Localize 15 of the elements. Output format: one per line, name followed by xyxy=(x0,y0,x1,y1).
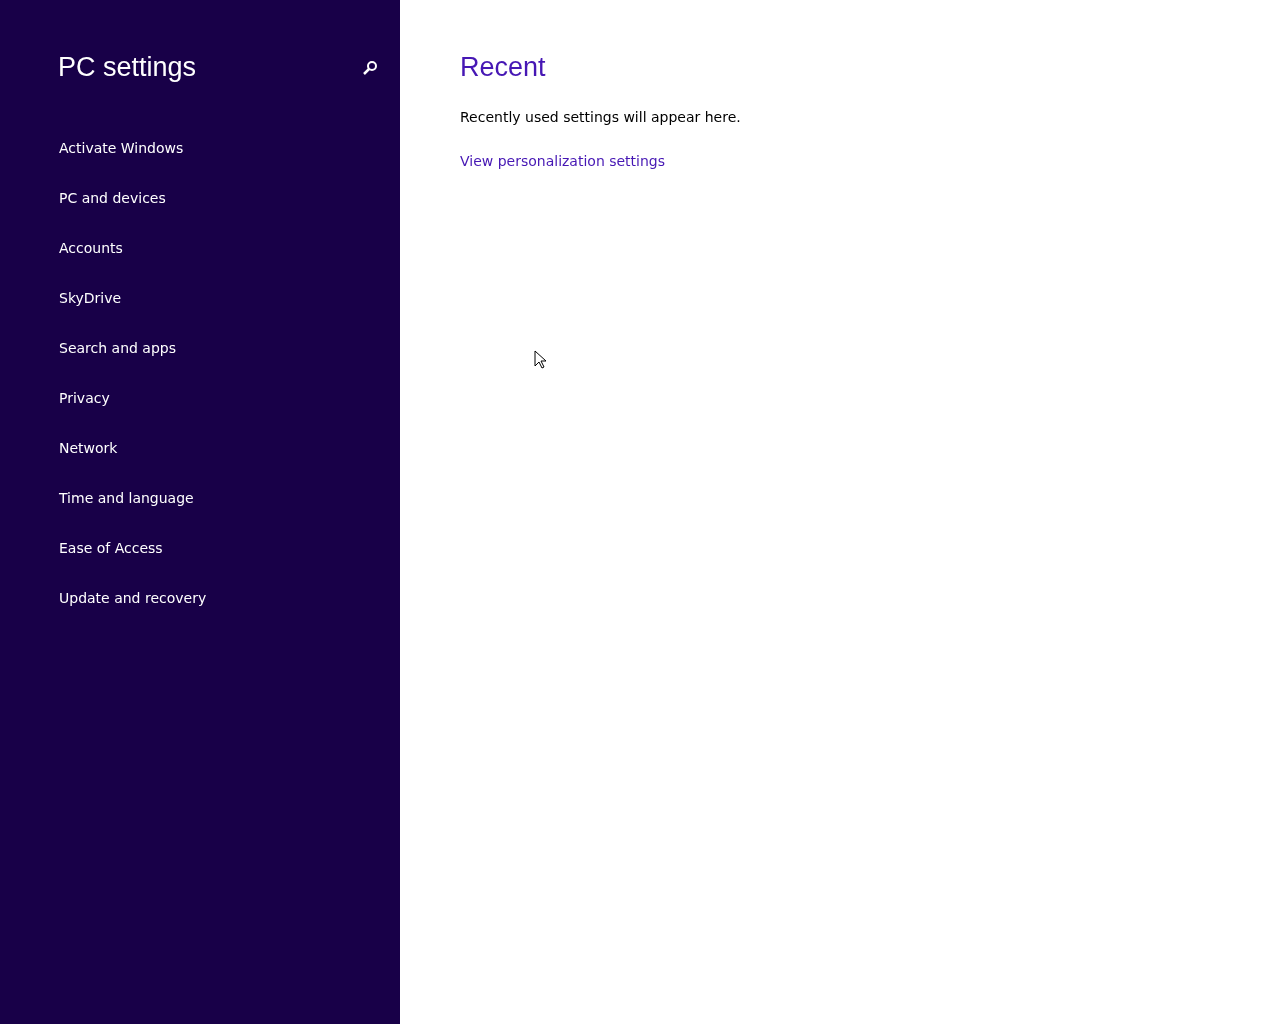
sidebar-item[interactable]: Accounts xyxy=(58,223,124,273)
sidebar-item[interactable]: Privacy xyxy=(58,373,111,423)
sidebar-item[interactable]: PC and devices xyxy=(58,173,167,223)
sidebar-item[interactable]: Search and apps xyxy=(58,323,177,373)
sidebar-item[interactable]: Time and language xyxy=(58,473,195,523)
page-title: Recent xyxy=(460,52,547,83)
sidebar-title: PC settings xyxy=(58,52,197,83)
mouse-cursor-icon xyxy=(534,350,547,369)
sidebar-item[interactable]: Ease of Access xyxy=(58,523,164,573)
sidebar-item[interactable]: Activate Windows xyxy=(58,123,185,173)
sidebar-item[interactable]: Network xyxy=(58,423,119,473)
sidebar-item[interactable]: SkyDrive xyxy=(58,273,123,323)
sidebar-item[interactable]: Update and recovery xyxy=(58,573,208,623)
empty-message: Recently used settings will appear here. xyxy=(460,109,742,125)
personalization-link[interactable]: View personalization settings xyxy=(460,153,666,169)
